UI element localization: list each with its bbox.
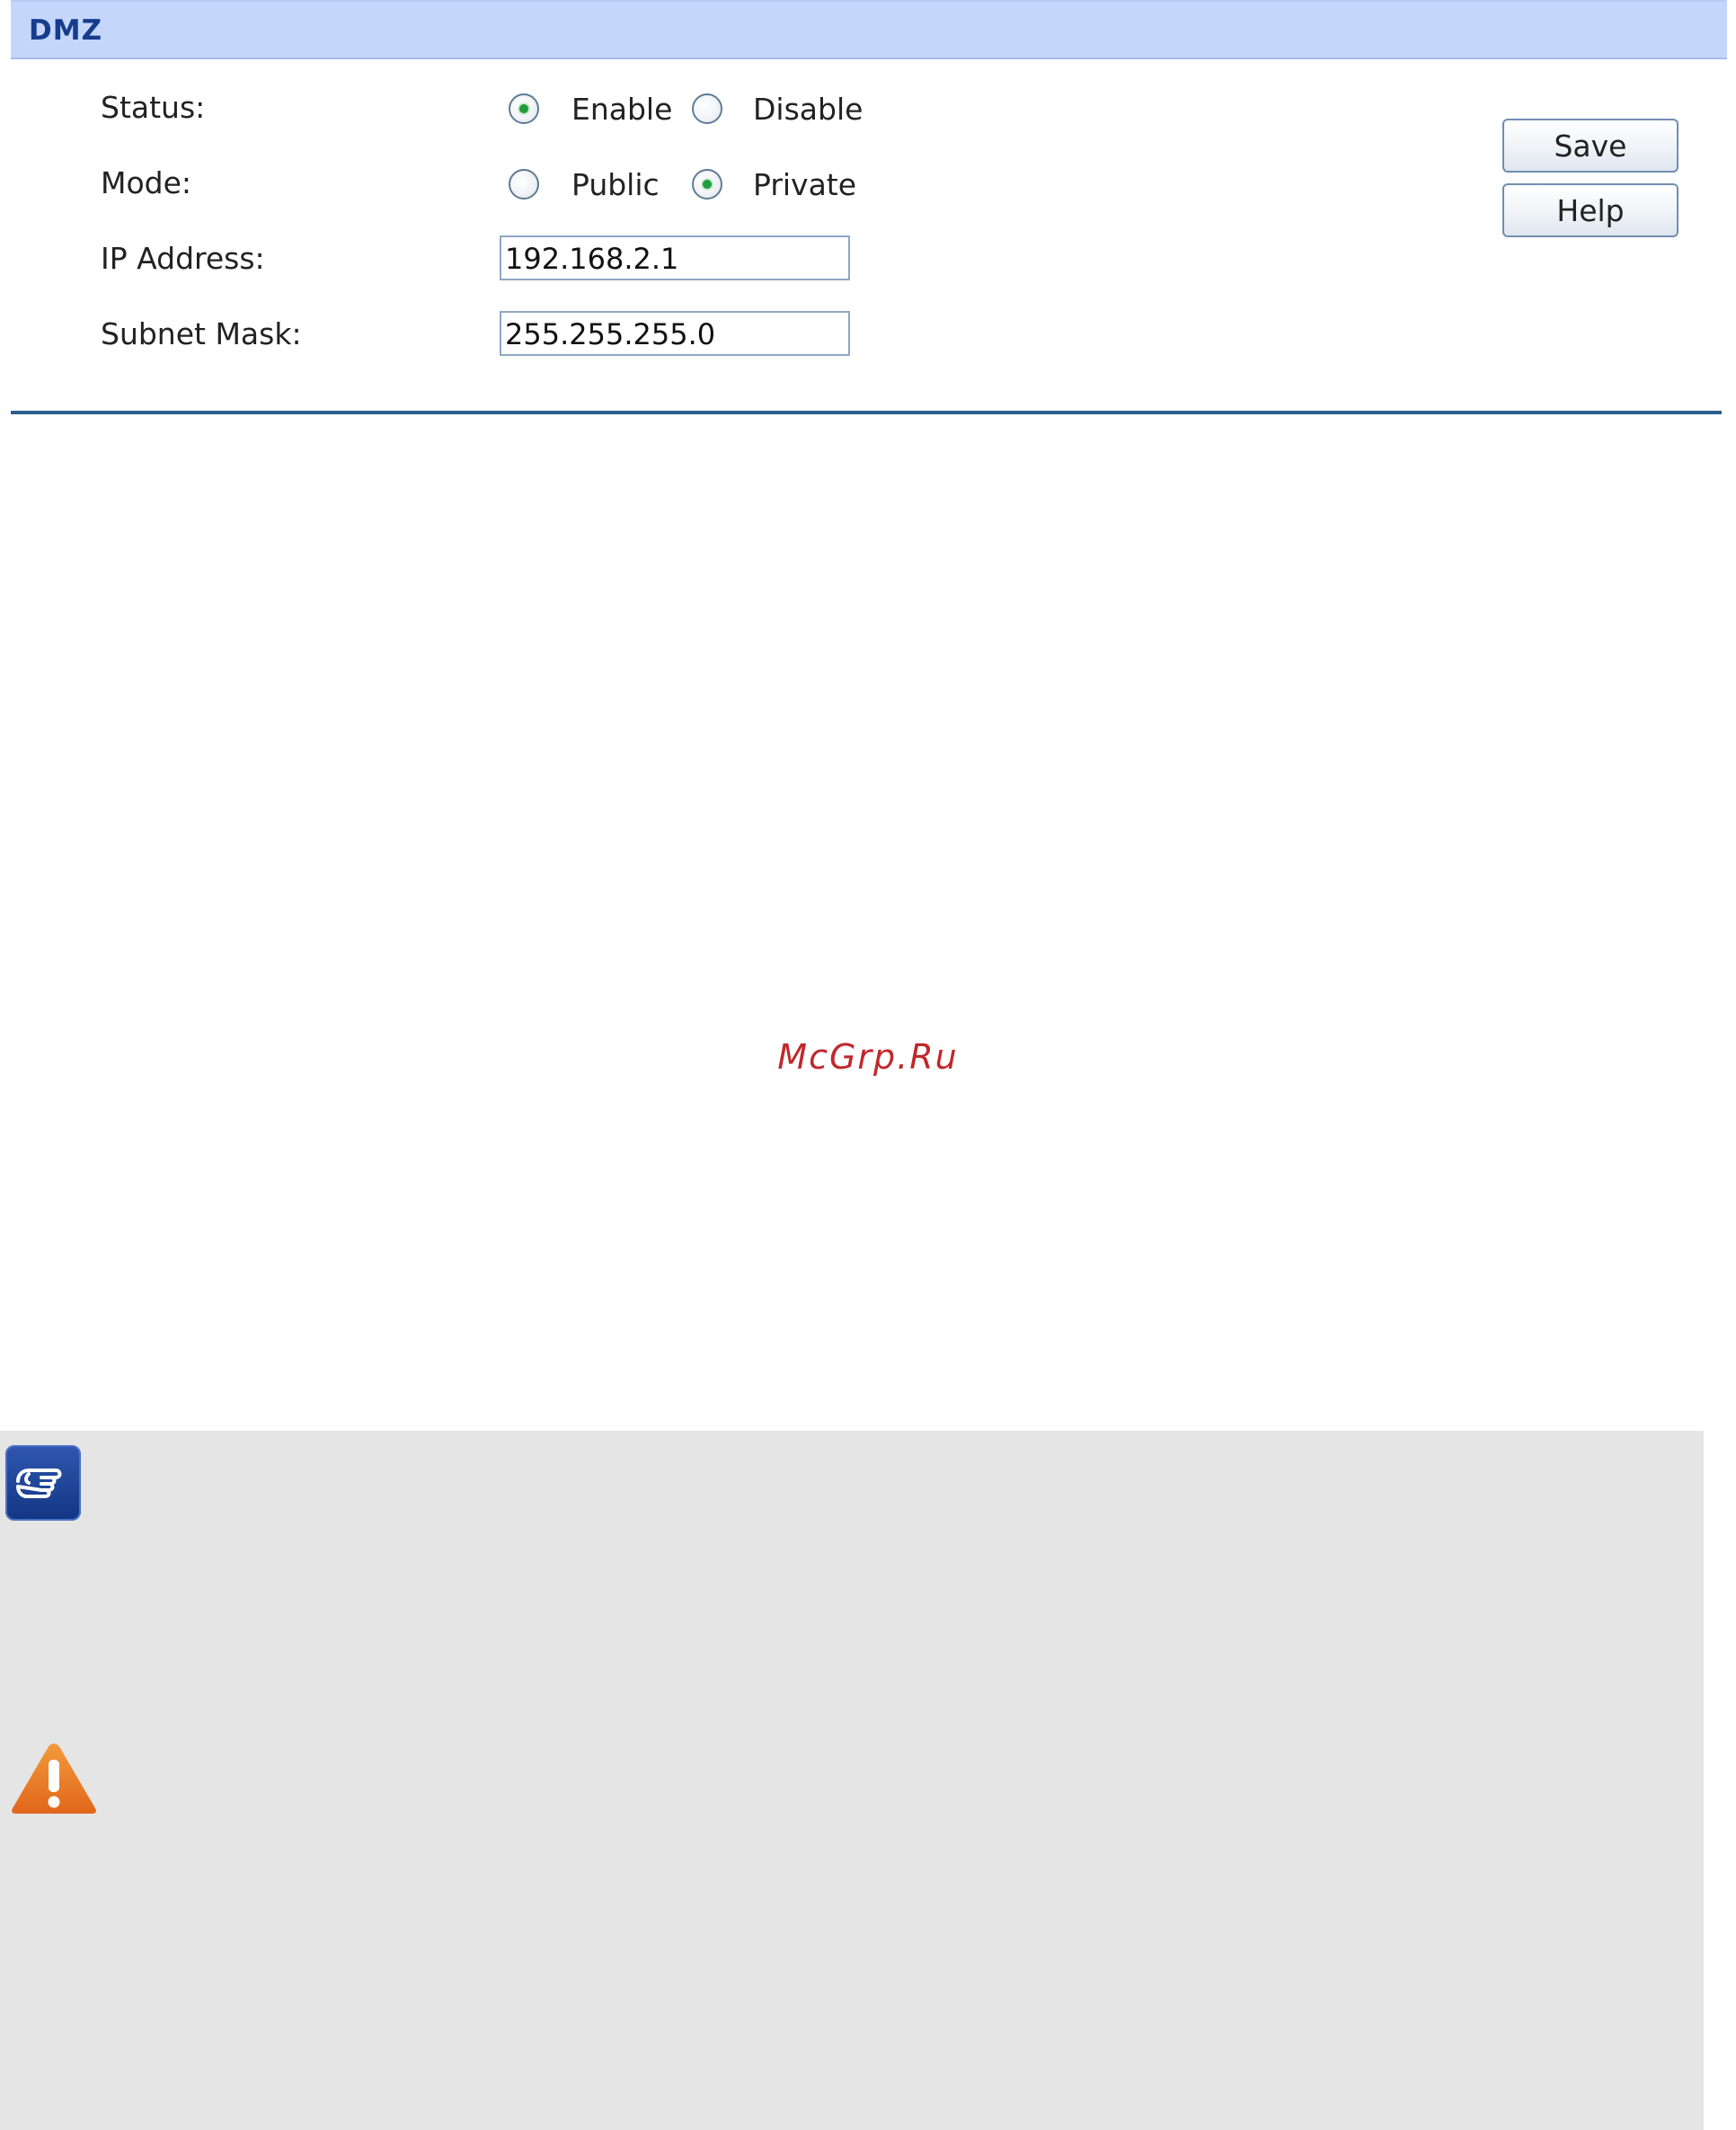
status-enable-label[interactable]: Enable — [571, 92, 672, 127]
status-enable-radio[interactable] — [509, 93, 539, 124]
mode-public-radio[interactable] — [509, 169, 539, 200]
ip-address-label: IP Address: — [101, 241, 265, 276]
section-title: DMZ — [29, 14, 103, 47]
status-disable-radio[interactable] — [692, 93, 722, 124]
section-header: DMZ — [11, 0, 1727, 59]
help-button[interactable]: Help — [1502, 183, 1678, 237]
subnet-mask-label: Subnet Mask: — [101, 316, 302, 351]
warning-icon — [9, 1740, 99, 1817]
status-disable-label[interactable]: Disable — [753, 92, 863, 127]
ip-address-field[interactable] — [500, 235, 850, 280]
mode-private-radio[interactable] — [692, 169, 722, 200]
mode-label: Mode: — [101, 165, 192, 200]
save-button[interactable]: Save — [1502, 119, 1678, 173]
subnet-mask-field[interactable] — [500, 311, 850, 356]
status-label: Status: — [101, 90, 206, 125]
watermark-text: McGrp.Ru — [777, 1037, 959, 1077]
mode-private-label[interactable]: Private — [753, 167, 856, 202]
pointing-hand-icon — [5, 1445, 81, 1521]
section-divider — [11, 411, 1722, 414]
mode-public-label[interactable]: Public — [571, 167, 660, 202]
notes-panel — [0, 1431, 1704, 2130]
